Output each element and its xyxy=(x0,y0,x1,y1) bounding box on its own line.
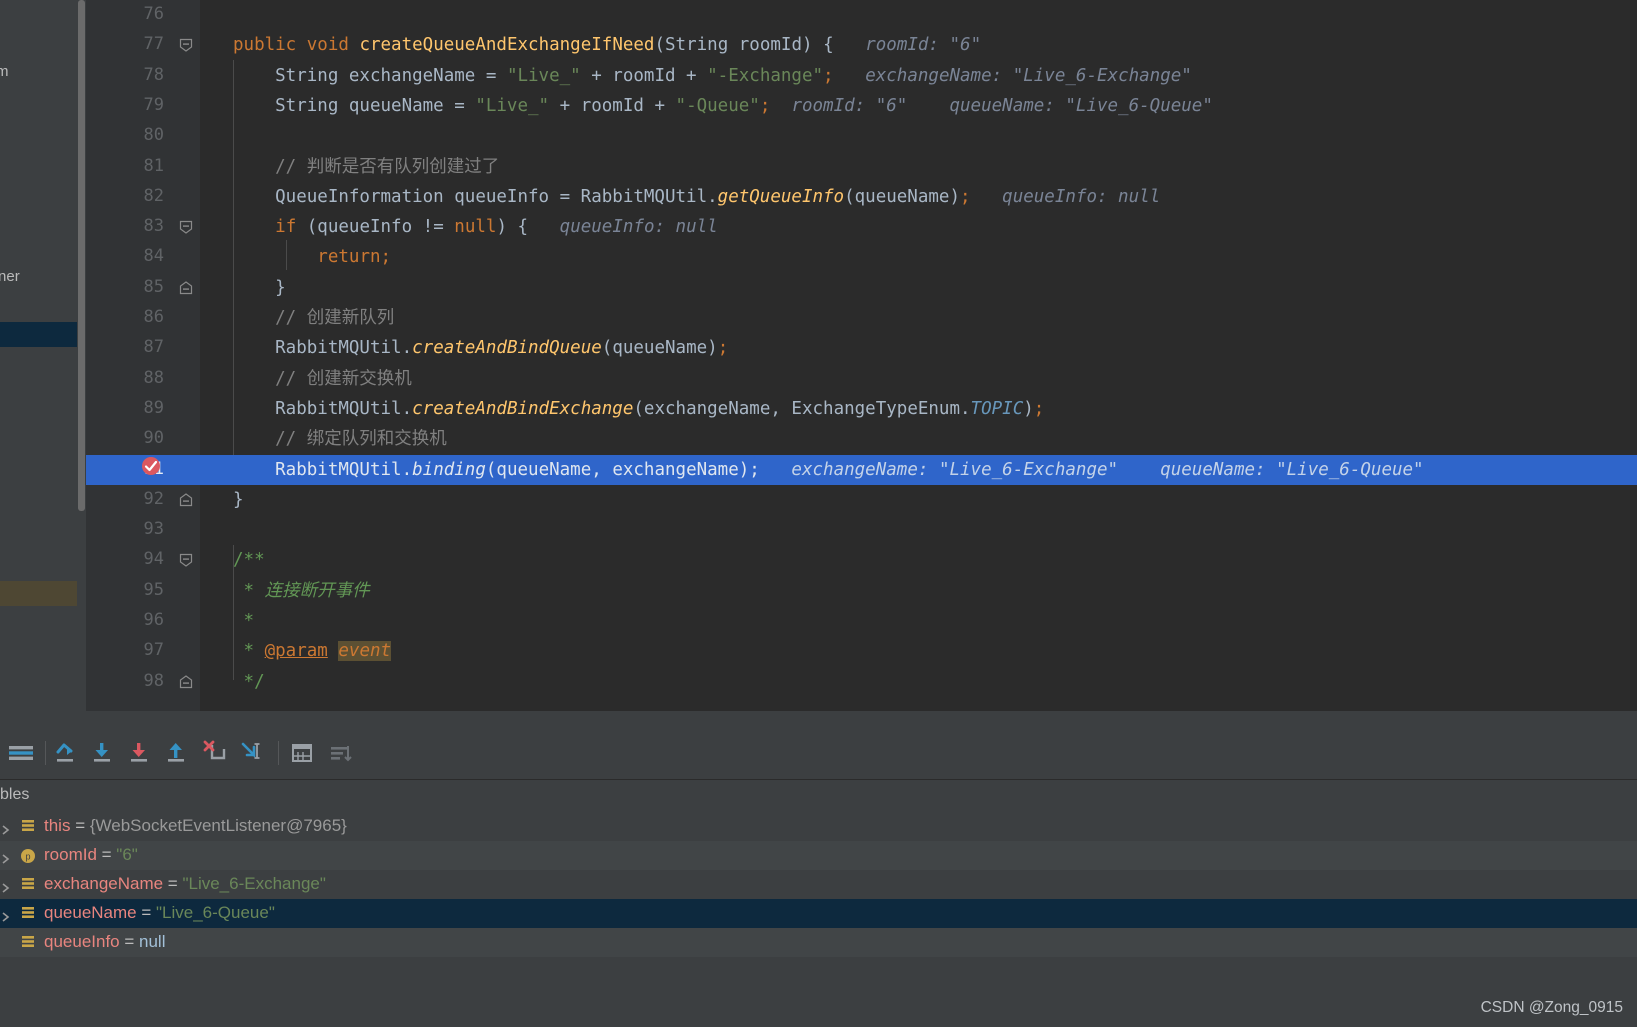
debugger-panel[interactable]: bles this = {WebSocketEventListener@7965… xyxy=(0,711,1637,1027)
line-number: 92 xyxy=(143,488,164,509)
fold-marker-icon[interactable] xyxy=(179,38,193,53)
variable-text: exchangeName = "Live_6-Exchange" xyxy=(44,874,326,893)
line-number: 82 xyxy=(143,185,164,206)
variables-tab-header[interactable]: bles xyxy=(0,779,1637,813)
variable-text: queueName = "Live_6-Queue" xyxy=(44,903,275,922)
toolbar-separator-1 xyxy=(45,741,46,765)
variable-row[interactable]: p roomId = "6" xyxy=(0,841,1637,870)
code-line[interactable]: /** xyxy=(233,545,265,575)
code-line[interactable]: } xyxy=(233,273,286,303)
step-over-icon[interactable] xyxy=(51,736,85,770)
fold-marker-icon[interactable] xyxy=(179,553,193,568)
left-fragment-top-text: m xyxy=(0,63,9,80)
field-icon xyxy=(20,906,36,921)
svg-text:p: p xyxy=(25,852,30,862)
field-icon xyxy=(20,819,36,834)
force-step-into-icon[interactable] xyxy=(125,736,159,770)
drop-frame-icon[interactable] xyxy=(199,736,233,770)
fold-marker-icon[interactable] xyxy=(179,280,193,295)
variable-row[interactable]: this = {WebSocketEventListener@7965} xyxy=(0,812,1637,841)
code-line[interactable]: * @param event xyxy=(233,636,392,666)
settings-lines-icon[interactable] xyxy=(323,736,357,770)
line-number: 96 xyxy=(143,610,164,630)
line-number: 98 xyxy=(143,670,164,691)
code-line[interactable]: // 创建新交换机 xyxy=(233,364,412,394)
code-line[interactable]: String exchangeName = "Live_" + roomId +… xyxy=(233,61,1192,91)
variable-text: this = {WebSocketEventListener@7965} xyxy=(44,816,347,835)
code-line[interactable]: String queueName = "Live_" + roomId + "-… xyxy=(233,91,1213,121)
code-line[interactable]: public void createQueueAndExchangeIfNeed… xyxy=(233,30,981,60)
code-line[interactable]: // 创建新队列 xyxy=(233,303,394,333)
variable-text: queueInfo = null xyxy=(44,932,166,951)
fold-marker-icon[interactable] xyxy=(179,220,193,234)
variable-row[interactable]: queueName = "Live_6-Queue" xyxy=(0,899,1637,928)
breakpoint-icon[interactable] xyxy=(140,455,162,477)
fold-marker-icon[interactable] xyxy=(179,493,193,507)
code-line[interactable]: } xyxy=(233,485,244,515)
evaluate-expression-icon[interactable] xyxy=(286,736,320,770)
indent-guide xyxy=(286,240,287,270)
expand-chevron-icon[interactable] xyxy=(1,908,11,922)
toolbar-separator-2 xyxy=(278,741,279,765)
line-number: 76 xyxy=(143,4,164,24)
line-number: 84 xyxy=(143,246,164,267)
line-number: 89 xyxy=(143,397,164,418)
code-editor[interactable]: m stener 76 77 public void createQueueAndE… xyxy=(0,0,1637,711)
variables-tab-label: bles xyxy=(0,786,30,803)
field-icon xyxy=(20,877,36,892)
variables-list[interactable]: this = {WebSocketEventListener@7965} p roo… xyxy=(0,812,1637,1027)
show-execution-point-icon[interactable] xyxy=(4,736,38,770)
expand-chevron-icon[interactable] xyxy=(1,821,11,835)
line-number: 86 xyxy=(143,307,164,327)
left-fragment-mid-text: stener xyxy=(0,268,20,285)
code-line[interactable]: RabbitMQUtil.binding(queueName, exchange… xyxy=(233,455,1423,485)
code-line[interactable]: */ xyxy=(233,667,265,697)
variable-text: roomId = "6" xyxy=(44,845,138,864)
field-icon xyxy=(20,935,36,950)
code-line[interactable]: QueueInformation queueInfo = RabbitMQUti… xyxy=(233,182,1160,212)
code-line[interactable]: RabbitMQUtil.createAndBindExchange(excha… xyxy=(233,394,1044,424)
line-number: 88 xyxy=(143,367,164,388)
line-number: 85 xyxy=(143,276,164,297)
line-number: 93 xyxy=(143,519,164,540)
line-number: 78 xyxy=(143,64,164,85)
code-line[interactable]: * xyxy=(233,606,255,636)
parameter-icon: p xyxy=(20,848,36,863)
code-line[interactable]: return; xyxy=(233,242,391,272)
line-number: 95 xyxy=(143,579,164,600)
run-to-cursor-icon[interactable] xyxy=(236,736,270,770)
line-number: 83 xyxy=(143,216,164,237)
code-line[interactable]: // 判断是否有队列创建过了 xyxy=(233,152,499,182)
expand-chevron-icon[interactable] xyxy=(1,879,11,893)
indent-guide xyxy=(233,545,234,680)
line-number: 80 xyxy=(143,125,164,146)
line-number: 94 xyxy=(143,549,164,570)
code-line[interactable]: // 绑定队列和交换机 xyxy=(233,424,447,454)
variable-row[interactable]: exchangeName = "Live_6-Exchange" xyxy=(0,870,1637,899)
variable-row[interactable]: queueInfo = null xyxy=(0,928,1637,957)
left-fragment-scroll-thumb[interactable] xyxy=(78,0,85,511)
left-fragment-selected-row[interactable] xyxy=(0,322,77,347)
line-number: 77 xyxy=(143,34,164,55)
line-number: 79 xyxy=(143,94,164,115)
editor-fold-gutter[interactable] xyxy=(174,0,200,711)
debugger-toolbar[interactable] xyxy=(0,728,1637,778)
line-number: 90 xyxy=(143,428,164,449)
expand-chevron-icon[interactable] xyxy=(1,850,11,864)
code-line[interactable]: * 连接断开事件 xyxy=(233,576,370,606)
line-number: 97 xyxy=(143,640,164,661)
line-number: 87 xyxy=(143,337,164,358)
code-line[interactable]: RabbitMQUtil.createAndBindQueue(queueNam… xyxy=(233,333,728,363)
step-into-icon[interactable] xyxy=(88,736,122,770)
indent-guide xyxy=(233,60,234,455)
fold-marker-icon[interactable] xyxy=(179,674,193,689)
step-out-icon[interactable] xyxy=(162,736,196,770)
code-line[interactable]: if (queueInfo != null) { queueInfo: null xyxy=(233,212,718,242)
left-fragment-warning-row[interactable] xyxy=(0,581,77,606)
left-tool-window-fragment[interactable]: m stener xyxy=(0,0,77,711)
csdn-watermark: CSDN @Zong_0915 xyxy=(1480,999,1623,1016)
line-number: 81 xyxy=(143,155,164,176)
